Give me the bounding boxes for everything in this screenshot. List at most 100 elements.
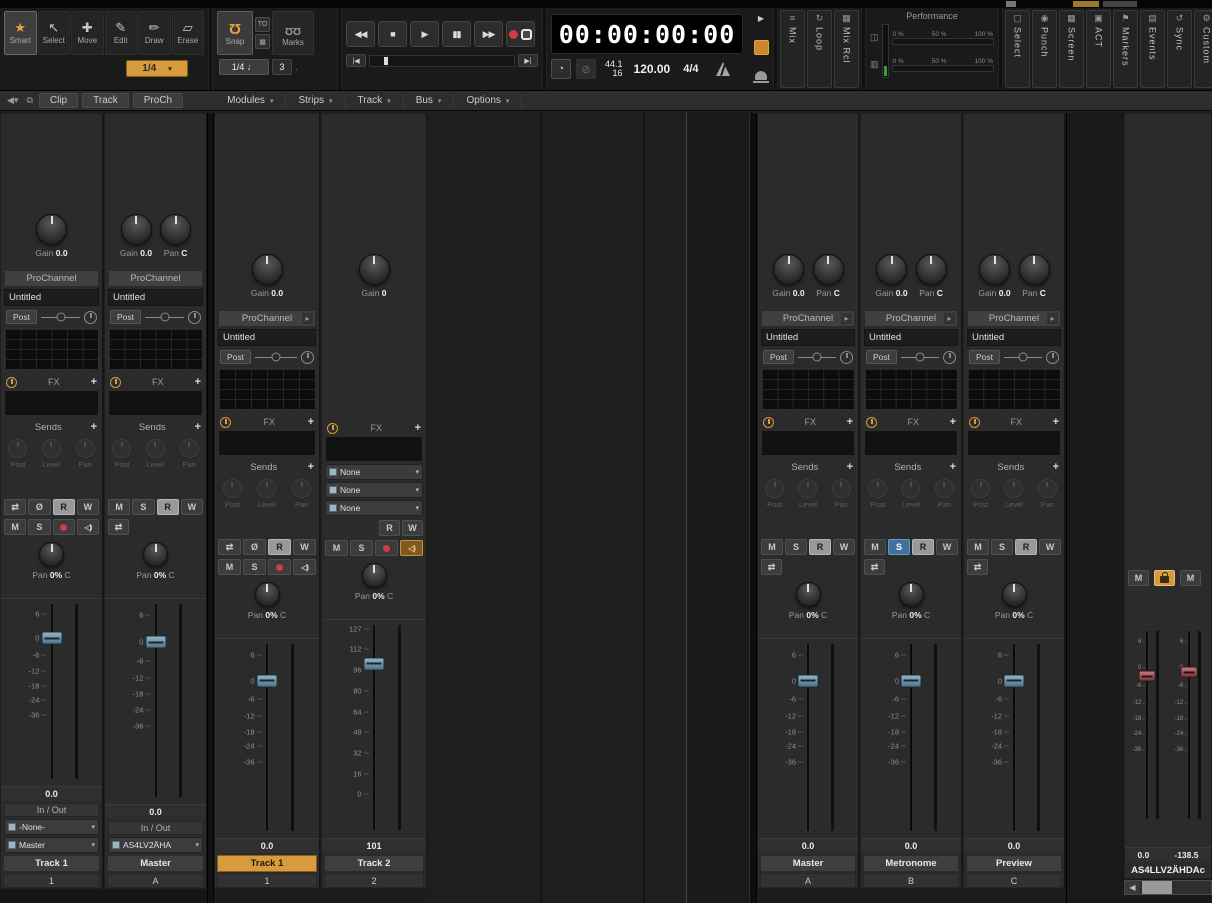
solo-button[interactable]: S [888, 539, 910, 555]
pan-knob[interactable] [796, 582, 821, 607]
read-automation-button[interactable]: R [379, 520, 400, 536]
mute-button[interactable]: M [864, 539, 886, 555]
fader-handle[interactable] [257, 674, 278, 687]
menu-options[interactable]: Options▾ [454, 94, 522, 108]
read-automation-button[interactable]: R [809, 539, 831, 555]
send-add-button[interactable]: + [950, 462, 956, 473]
horizontal-scrollbar[interactable]: ◀ [1124, 880, 1212, 895]
fader-track[interactable] [909, 643, 913, 832]
post-button[interactable]: Post [866, 350, 897, 364]
post-send-knob[interactable] [868, 479, 887, 498]
fader-track[interactable] [1145, 630, 1149, 820]
send-dropdown[interactable]: None▾ [325, 482, 423, 498]
strip-name[interactable]: Track 2 [324, 855, 424, 872]
post-button[interactable]: Post [969, 350, 1000, 364]
channel-name-field[interactable]: Untitled [967, 329, 1061, 346]
snap-to-button[interactable]: TO [255, 17, 270, 32]
waveform-preview-button[interactable]: ⇄ [864, 559, 885, 575]
pan-send-knob[interactable] [1038, 479, 1057, 498]
post-button[interactable]: Post [110, 310, 141, 324]
punch-module-button[interactable]: ◉Punch [1032, 10, 1057, 88]
fader-track[interactable] [806, 643, 810, 832]
record-mode-button[interactable] [754, 40, 769, 55]
strip-name[interactable]: Metronome [863, 855, 959, 872]
gain-knob[interactable] [979, 254, 1010, 285]
pan-knob[interactable] [899, 582, 924, 607]
go-to-end-button[interactable]: ▶| [518, 54, 538, 67]
waveform-preview-button[interactable]: ⇄ [967, 559, 988, 575]
tab-proch[interactable]: ProCh [133, 93, 183, 108]
mute-button[interactable]: M [1128, 570, 1149, 586]
solo-button[interactable]: S [132, 499, 154, 515]
pan-knob[interactable] [813, 254, 844, 285]
gain-knob[interactable] [876, 254, 907, 285]
pan-knob[interactable] [143, 542, 168, 567]
snap-toggle-button[interactable]: Ω Snap [217, 11, 253, 55]
fx-power-button[interactable] [220, 417, 231, 428]
mute-button[interactable]: M [967, 539, 989, 555]
bus-pane-divider[interactable] [749, 113, 757, 903]
fx-power-button[interactable] [110, 377, 121, 388]
post-button[interactable]: Post [6, 310, 37, 324]
mix-module-button[interactable]: ≡Mix [780, 10, 805, 88]
fx-rack[interactable] [967, 430, 1061, 456]
read-automation-button[interactable]: R [157, 499, 179, 515]
write-automation-button[interactable]: W [293, 539, 316, 555]
solo-button[interactable]: S [991, 539, 1013, 555]
fx-power-button[interactable] [763, 417, 774, 428]
gain-knob[interactable] [252, 254, 283, 285]
fader-track[interactable] [50, 603, 54, 781]
fader-track[interactable] [1187, 630, 1191, 820]
read-automation-button[interactable]: R [53, 499, 75, 515]
write-automation-button[interactable]: W [402, 520, 423, 536]
fx-rack[interactable] [864, 430, 958, 456]
solo-button[interactable]: S [28, 519, 50, 535]
fx-add-button[interactable]: + [195, 377, 201, 388]
pan-send-knob[interactable] [832, 479, 851, 498]
level-send-knob[interactable] [1004, 479, 1023, 498]
fx-rack[interactable] [325, 436, 423, 462]
mute-button[interactable]: M [108, 499, 130, 515]
eq-thumbnail[interactable] [4, 328, 99, 370]
send-dropdown[interactable]: None▾ [325, 500, 423, 516]
prochannel-power-button[interactable] [84, 311, 97, 324]
record-arm-button[interactable] [268, 559, 291, 575]
send-add-button[interactable]: + [308, 462, 314, 473]
phase-invert-button[interactable]: Ø [28, 499, 50, 515]
float-icon[interactable]: ⧉ [24, 95, 34, 106]
input-monitor-button[interactable]: ◁) [77, 519, 99, 535]
pan-knob[interactable] [1002, 582, 1027, 607]
post-send-knob[interactable] [765, 479, 784, 498]
metronome-icon[interactable] [716, 62, 730, 76]
tool-move[interactable]: ✚Move [71, 11, 104, 55]
snap-offset-field[interactable]: 3 [272, 59, 292, 75]
fader-handle[interactable] [1139, 671, 1156, 682]
gain-knob[interactable] [121, 214, 152, 245]
fx-add-button[interactable]: + [950, 417, 956, 428]
prochannel-expand-icon[interactable]: ▸ [841, 313, 852, 324]
tool-draw[interactable]: ✏Draw [138, 11, 171, 55]
channel-name-field[interactable]: Untitled [218, 329, 316, 346]
pan-knob[interactable] [39, 542, 64, 567]
custom-module-button[interactable]: ⚙Custom [1194, 10, 1212, 88]
events-module-button[interactable]: ▤Events [1140, 10, 1165, 88]
fader-handle[interactable] [41, 632, 62, 645]
play-button[interactable]: ▶ [410, 21, 439, 47]
prochannel-power-button[interactable] [188, 311, 201, 324]
metronome-button[interactable]: ◔ [551, 59, 571, 79]
channel-name-field[interactable]: Untitled [4, 289, 99, 306]
channel-name-field[interactable]: Untitled [108, 289, 203, 306]
read-automation-button[interactable]: R [912, 539, 934, 555]
send-dropdown[interactable]: None▾ [325, 464, 423, 480]
fx-rack[interactable] [761, 430, 855, 456]
fader-handle[interactable] [901, 674, 922, 687]
waveform-preview-button[interactable]: ⇄ [108, 519, 129, 535]
solo-button[interactable]: S [243, 559, 266, 575]
pan-knob[interactable] [160, 214, 191, 245]
strip-name[interactable]: Master [760, 855, 856, 872]
tool-edit[interactable]: ✎Edit [105, 11, 138, 55]
mute-button[interactable]: M [325, 540, 348, 556]
menu-track[interactable]: Track▾ [346, 94, 404, 108]
write-automation-button[interactable]: W [936, 539, 958, 555]
scroll-left-button[interactable]: ◀ [1125, 881, 1140, 894]
